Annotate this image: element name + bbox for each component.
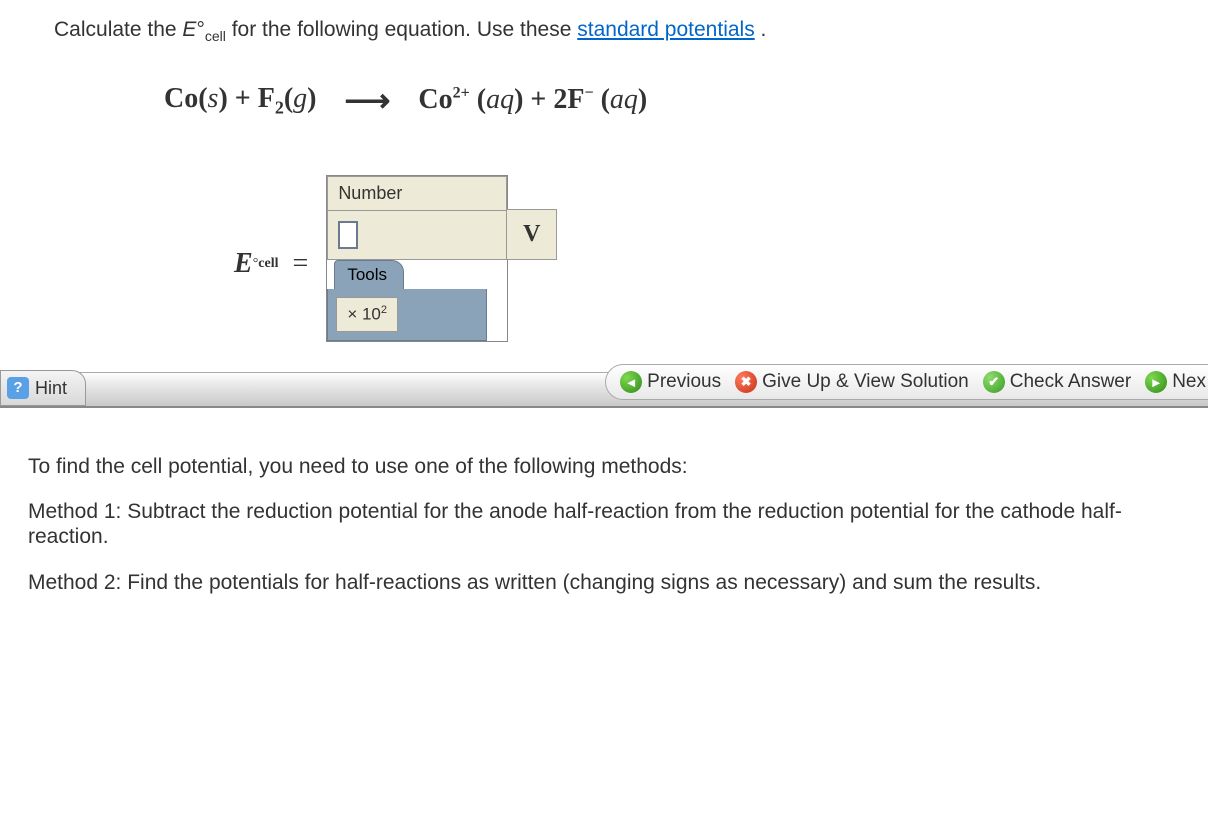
check-answer-button[interactable]: ✔ Check Answer <box>983 371 1131 393</box>
unit-label: V <box>507 209 557 260</box>
next-icon: ► <box>1145 371 1167 393</box>
ecell-label: E°cell = <box>234 238 314 280</box>
sci-notation-button[interactable]: × 102 <box>336 297 398 332</box>
standard-potentials-link[interactable]: standard potentials <box>577 18 754 41</box>
question-prompt: Calculate the E°cell for the following e… <box>54 16 1168 45</box>
prompt-pre: Calculate the <box>54 18 182 41</box>
prompt-deg: ° <box>196 18 204 41</box>
next-button[interactable]: ► Nex <box>1145 371 1206 393</box>
chemical-equation: Co(s) + F2(g) ⟶ Co2+ (aq) + 2F− (aq) <box>164 81 1168 119</box>
hint-icon: ? <box>7 377 29 399</box>
give-up-icon: ✖ <box>735 371 757 393</box>
give-up-button[interactable]: ✖ Give Up & View Solution <box>735 371 969 393</box>
previous-icon: ◄ <box>620 371 642 393</box>
prompt-e: E <box>182 18 196 41</box>
previous-button[interactable]: ◄ Previous <box>620 371 721 393</box>
check-icon: ✔ <box>983 371 1005 393</box>
arrow-icon: ⟶ <box>345 81 391 119</box>
prompt-post: . <box>755 18 767 41</box>
hint-button[interactable]: ? Hint <box>0 370 86 406</box>
tools-tab[interactable]: Tools <box>334 260 404 290</box>
method-1: Method 1: Subtract the reduction potenti… <box>28 499 1148 549</box>
method-2: Method 2: Find the potentials for half-r… <box>28 570 1148 595</box>
number-header: Number <box>327 176 507 210</box>
answer-input[interactable] <box>338 221 358 249</box>
methods-intro: To find the cell potential, you need to … <box>28 454 1148 479</box>
prompt-mid: for the following equation. Use these <box>226 18 577 41</box>
prompt-sub: cell <box>205 28 226 44</box>
